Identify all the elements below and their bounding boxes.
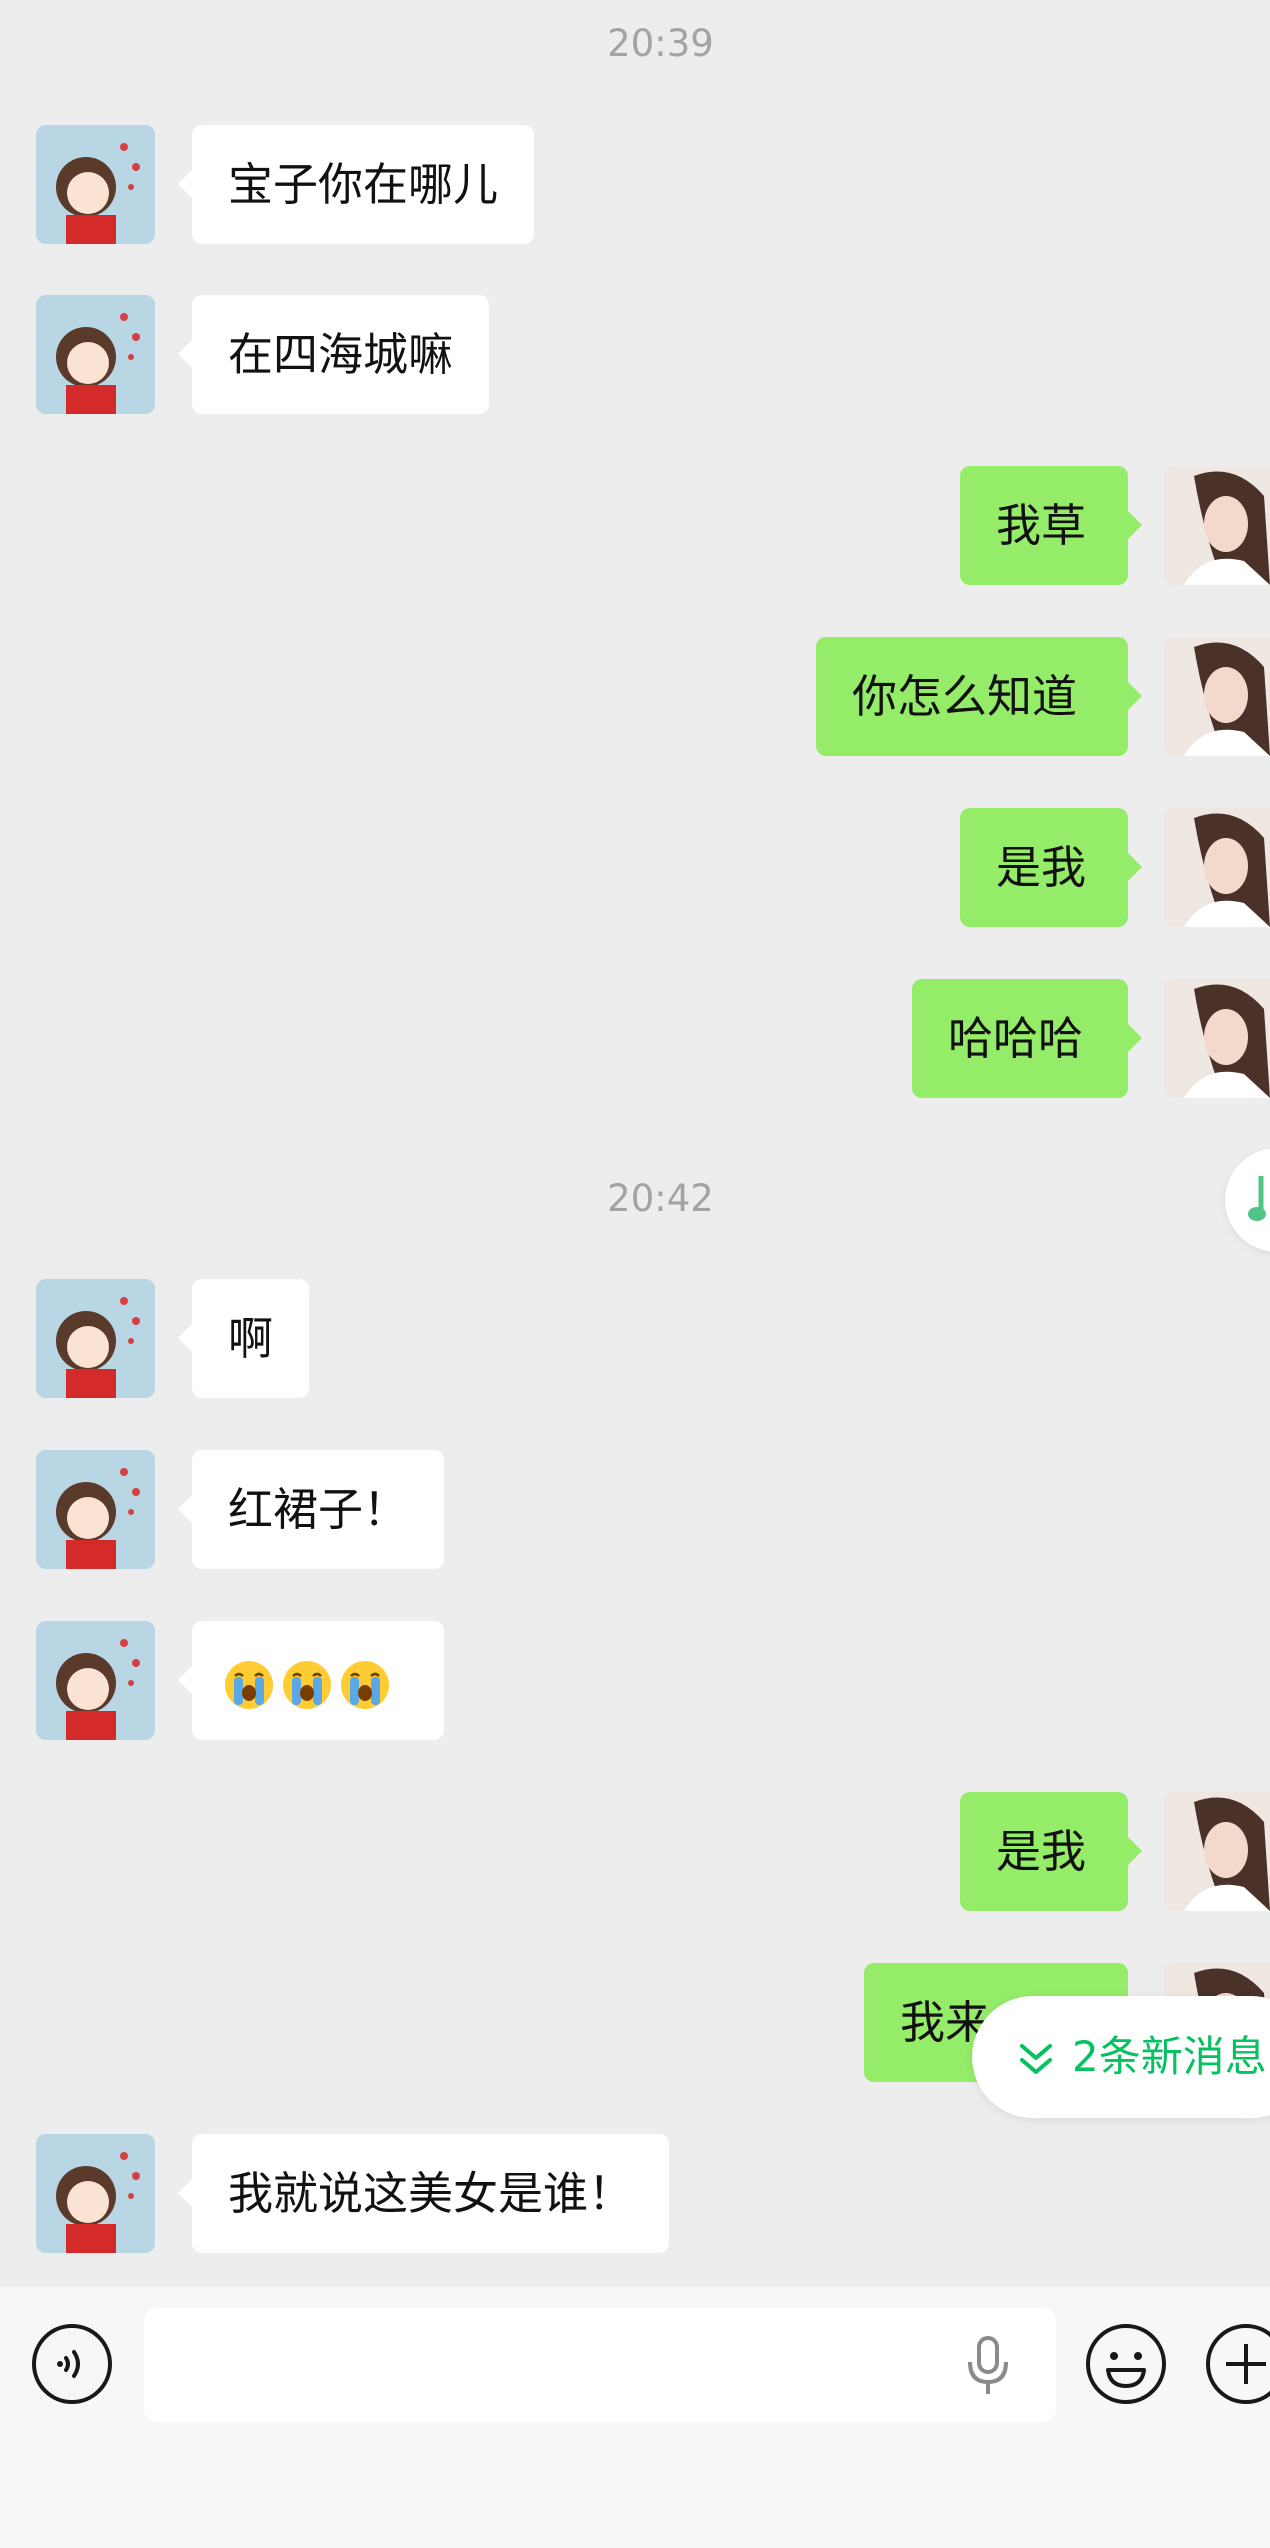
contact-avatar[interactable]	[36, 125, 155, 244]
contact-avatar[interactable]	[36, 2134, 155, 2253]
user-avatar[interactable]	[1164, 466, 1270, 585]
contact-avatar[interactable]	[36, 1279, 155, 1398]
music-note-icon	[1248, 1176, 1266, 1221]
timestamp: 20:39	[607, 22, 714, 65]
message-bubble[interactable]: 我草	[960, 466, 1142, 585]
message-bubble[interactable]: 你怎么知道	[816, 637, 1142, 756]
user-avatar[interactable]	[1164, 1792, 1270, 1911]
floating-music-button[interactable]	[1225, 1148, 1270, 1252]
contact-avatar[interactable]	[36, 1450, 155, 1569]
new-messages-button[interactable]: 2条新消息	[972, 1996, 1270, 2118]
emoji-icon[interactable]	[1084, 2322, 1168, 2406]
timestamp: 20:42	[607, 1177, 714, 1220]
plus-icon[interactable]	[1204, 2322, 1270, 2406]
user-avatar[interactable]	[1164, 808, 1270, 927]
message-bubble[interactable]: 在四海城嘛	[177, 295, 490, 414]
message-bubble[interactable]: 红裙子！	[177, 1450, 445, 1569]
chat-input-bar	[0, 2285, 1270, 2548]
microphone-icon[interactable]	[960, 2334, 1016, 2398]
double-chevron-down-icon	[1020, 2043, 1052, 2074]
message-bubble[interactable]: 是我	[960, 808, 1142, 927]
user-avatar[interactable]	[1164, 979, 1270, 1098]
voice-mode-icon[interactable]	[30, 2322, 114, 2406]
loudly-crying-face-icon	[283, 1661, 331, 1709]
loudly-crying-face-icon	[341, 1661, 389, 1709]
message-bubble[interactable]: 宝子你在哪儿	[177, 125, 535, 244]
message-bubble[interactable]	[178, 1621, 444, 1740]
message-bubble[interactable]: 啊	[177, 1279, 310, 1398]
contact-avatar[interactable]	[36, 295, 155, 414]
contact-avatar[interactable]	[36, 1621, 155, 1740]
message-bubble[interactable]: 哈哈哈	[912, 979, 1142, 1098]
message-bubble[interactable]: 是我	[960, 1792, 1142, 1911]
message-bubble[interactable]: 我就说这美女是谁！	[177, 2134, 670, 2253]
new-messages-label: 2条新消息	[1072, 2032, 1267, 2081]
loudly-crying-face-icon	[225, 1661, 273, 1709]
user-avatar[interactable]	[1164, 637, 1270, 756]
message-input[interactable]	[144, 2308, 1056, 2422]
